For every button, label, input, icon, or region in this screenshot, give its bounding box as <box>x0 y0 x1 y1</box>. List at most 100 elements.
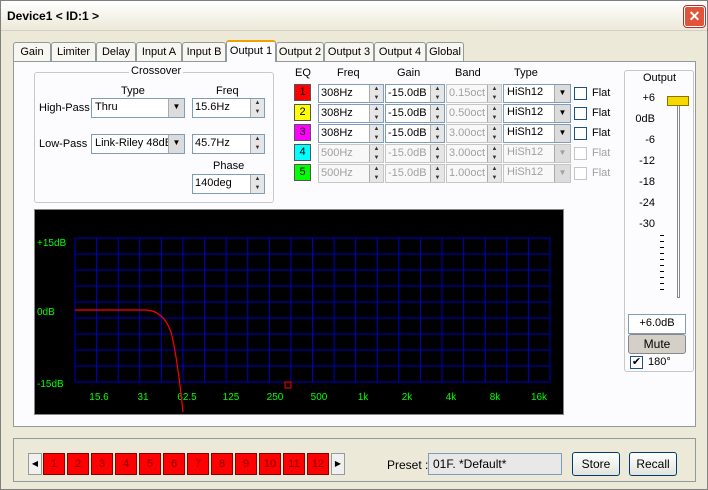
spinner-arrows-icon[interactable]: ▲ ▼ <box>487 105 501 122</box>
eq-band-1-freq[interactable]: 308Hz ▲ ▼ <box>318 84 384 103</box>
eq-band-number: 3 <box>299 126 306 138</box>
preset-button-9[interactable]: 9 <box>235 453 257 475</box>
preset-button-5[interactable]: 5 <box>139 453 161 475</box>
eq-band-3-flat-checkbox[interactable] <box>574 127 587 140</box>
spinner-arrows-icon[interactable]: ▲ ▼ <box>430 105 444 122</box>
preset-button-10[interactable]: 10 <box>259 453 281 475</box>
preset-button-8[interactable]: 8 <box>211 453 233 475</box>
lowpass-label: Low-Pass <box>39 138 88 150</box>
spinner-arrows-icon[interactable]: ▲ ▼ <box>369 85 383 102</box>
tab-delay[interactable]: Delay <box>96 42 136 61</box>
invert-checkbox[interactable]: ✔ <box>630 356 643 369</box>
graph-x-label: 4k <box>446 392 458 403</box>
highpass-freq-spinner[interactable]: 15.6Hz ▲ ▼ <box>192 98 265 118</box>
spinner-arrows-icon[interactable]: ▲ ▼ <box>369 145 383 162</box>
eq-band-4-gain[interactable]: -15.0dB ▲ ▼ <box>385 144 445 163</box>
eq-band-2-flat-checkbox[interactable] <box>574 107 587 120</box>
tab-input-a[interactable]: Input A <box>136 42 182 61</box>
eq-band-4-toggle[interactable]: 4 <box>294 144 311 161</box>
store-label: Store <box>581 457 611 471</box>
eq-band-1-toggle[interactable]: 1 <box>294 84 311 101</box>
spinner-arrows-icon[interactable]: ▲ ▼ <box>487 85 501 102</box>
eq-band-2-gain[interactable]: -15.0dB ▲ ▼ <box>385 104 445 123</box>
spinner-arrows-icon[interactable]: ▲ ▼ <box>430 165 444 182</box>
preset-button-3[interactable]: 3 <box>91 453 113 475</box>
recall-button[interactable]: Recall <box>629 452 677 476</box>
spinner-arrows-icon[interactable]: ▲ ▼ <box>250 99 264 117</box>
tab-gain[interactable]: Gain <box>13 42 51 61</box>
eq-band-2-freq[interactable]: 308Hz ▲ ▼ <box>318 104 384 123</box>
close-button[interactable]: ✕ <box>684 6 705 27</box>
spinner-arrows-icon[interactable]: ▲ ▼ <box>369 165 383 182</box>
eq-band-2-bandwidth[interactable]: 0.50oct ▲ ▼ <box>446 104 502 123</box>
tab-input-b[interactable]: Input B <box>182 42 226 61</box>
output-title: Output <box>643 72 677 84</box>
eq-band-3-type[interactable]: HiSh12 ▼ <box>503 124 571 143</box>
spinner-arrows-icon[interactable]: ▲ ▼ <box>430 125 444 142</box>
phase-spinner[interactable]: 140deg ▲ ▼ <box>192 174 265 194</box>
eq-band-4-bandwidth[interactable]: 3.00oct ▲ ▼ <box>446 144 502 163</box>
eq-band-5-bandwidth[interactable]: 1.00oct ▲ ▼ <box>446 164 502 183</box>
preset-button-6[interactable]: 6 <box>163 453 185 475</box>
eq-band-3-gain[interactable]: -15.0dB ▲ ▼ <box>385 124 445 143</box>
preset-button-12[interactable]: 12 <box>307 453 329 475</box>
eq-band-4-type[interactable]: HiSh12 ▼ <box>503 144 571 163</box>
scroll-left-arrow[interactable]: ◀ <box>28 453 42 475</box>
eq-header: EQ <box>295 67 311 79</box>
spinner-arrows-icon[interactable]: ▲ ▼ <box>430 85 444 102</box>
title-bar[interactable]: Device1 < ID:1 > ✕ <box>1 1 707 31</box>
tab-global[interactable]: Global <box>426 42 464 61</box>
store-button[interactable]: Store <box>572 452 620 476</box>
eq-freq-value: 308Hz <box>321 127 353 139</box>
eq-band-5-type[interactable]: HiSh12 ▼ <box>503 164 571 183</box>
eq-band-3-toggle[interactable]: 3 <box>294 124 311 141</box>
preset-button-4[interactable]: 4 <box>115 453 137 475</box>
eq-band-2-toggle[interactable]: 2 <box>294 104 311 121</box>
tab-output-3[interactable]: Output 3 <box>324 42 374 61</box>
spinner-arrows-icon[interactable]: ▲ ▼ <box>250 135 264 153</box>
response-graph: +15dB 0dB -15dB 15.6 31 62.5 125 250 500 1k 2k 4k 8k… <box>34 209 564 415</box>
eq-band-1-bandwidth[interactable]: 0.15oct ▲ ▼ <box>446 84 502 103</box>
eq-type-value: HiSh12 <box>507 86 544 98</box>
graph-x-label: 15.6 <box>89 392 109 403</box>
tab-output-4[interactable]: Output 4 <box>374 42 426 61</box>
tab-limiter[interactable]: Limiter <box>51 42 96 61</box>
graph-x-label: 2k <box>402 392 414 403</box>
eq-band-1-type[interactable]: HiSh12 ▼ <box>503 84 571 103</box>
lowpass-type-select[interactable]: Link-Riley 48dB ▼ <box>91 134 185 154</box>
eq-band-5-freq[interactable]: 500Hz ▲ ▼ <box>318 164 384 183</box>
output-fader-track[interactable] <box>677 98 680 298</box>
eq-band-4-freq[interactable]: 500Hz ▲ ▼ <box>318 144 384 163</box>
eq-type-value: HiSh12 <box>507 126 544 138</box>
eq-band-3-freq[interactable]: 308Hz ▲ ▼ <box>318 124 384 143</box>
lowpass-freq-spinner[interactable]: 45.7Hz ▲ ▼ <box>192 134 265 154</box>
eq-band-3-bandwidth[interactable]: 3.00oct ▲ ▼ <box>446 124 502 143</box>
eq-band-5-toggle[interactable]: 5 <box>294 164 311 181</box>
spinner-arrows-icon[interactable]: ▲ ▼ <box>369 125 383 142</box>
eq-band-1-flat-checkbox[interactable] <box>574 87 587 100</box>
output-fader-handle[interactable] <box>667 96 689 106</box>
spinner-arrows-icon[interactable]: ▲ ▼ <box>487 145 501 162</box>
eq-band-4-flat-checkbox[interactable] <box>574 147 587 160</box>
scroll-right-arrow[interactable]: ▶ <box>331 453 345 475</box>
spinner-arrows-icon[interactable]: ▲ ▼ <box>250 175 264 193</box>
output-level-field[interactable]: +6.0dB <box>628 314 686 334</box>
preset-button-7[interactable]: 7 <box>187 453 209 475</box>
highpass-type-select[interactable]: Thru ▼ <box>91 98 185 118</box>
tab-output-1[interactable]: Output 1 <box>226 40 276 62</box>
eq-band-5-gain[interactable]: -15.0dB ▲ ▼ <box>385 164 445 183</box>
spinner-arrows-icon[interactable]: ▲ ▼ <box>487 165 501 182</box>
preset-button-11[interactable]: 11 <box>283 453 305 475</box>
mute-button[interactable]: Mute <box>628 334 686 354</box>
eq-band-1-gain[interactable]: -15.0dB ▲ ▼ <box>385 84 445 103</box>
highpass-type-value: Thru <box>95 101 118 113</box>
eq-band-5-flat-checkbox[interactable] <box>574 167 587 180</box>
output-scale-tick <box>660 241 664 242</box>
spinner-arrows-icon[interactable]: ▲ ▼ <box>430 145 444 162</box>
spinner-arrows-icon[interactable]: ▲ ▼ <box>369 105 383 122</box>
spinner-arrows-icon[interactable]: ▲ ▼ <box>487 125 501 142</box>
preset-button-2[interactable]: 2 <box>67 453 89 475</box>
eq-band-2-type[interactable]: HiSh12 ▼ <box>503 104 571 123</box>
preset-button-1[interactable]: 1 <box>43 453 65 475</box>
tab-output-2[interactable]: Output 2 <box>276 42 324 61</box>
